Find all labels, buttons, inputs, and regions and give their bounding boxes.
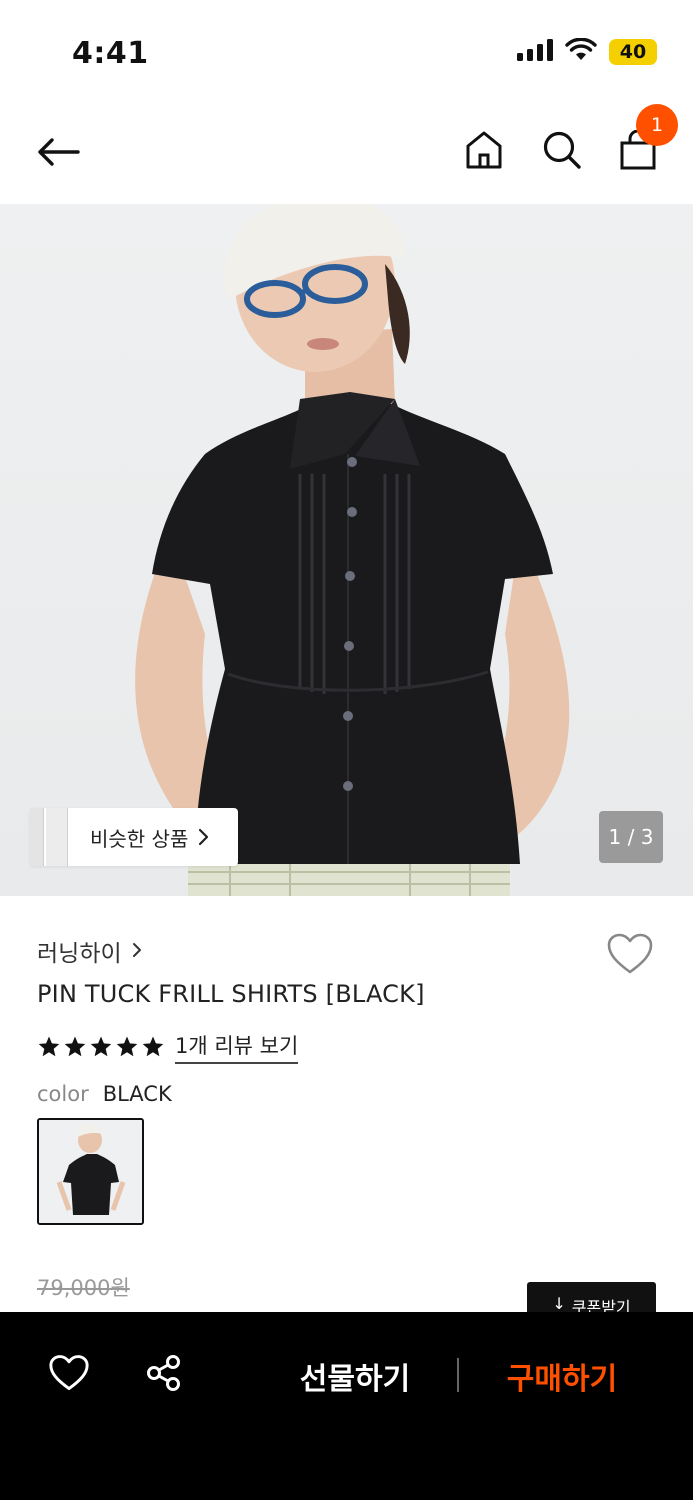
- brand-link[interactable]: 러닝하이: [37, 934, 142, 968]
- color-swatch-black[interactable]: [37, 1118, 144, 1225]
- product-photo: [135, 204, 570, 896]
- similar-thumb-1: [30, 808, 44, 866]
- similar-thumb-2: [46, 808, 68, 866]
- star-icon: [116, 1036, 138, 1057]
- color-row: color BLACK: [37, 1082, 172, 1106]
- back-button[interactable]: [30, 124, 86, 180]
- home-icon: [466, 131, 502, 169]
- search-button[interactable]: [536, 124, 588, 176]
- status-bar: 4:41 40: [0, 0, 693, 100]
- status-indicators: 40: [517, 37, 657, 66]
- star-icon: [38, 1036, 60, 1057]
- color-label: color: [37, 1082, 89, 1106]
- status-time: 4:41: [72, 36, 149, 71]
- similar-thumbnails: [30, 808, 68, 866]
- battery-level: 40: [619, 41, 647, 63]
- product-image-gallery[interactable]: 비슷한 상품 1 / 3: [0, 204, 693, 896]
- original-price: 79,000원: [37, 1276, 130, 1300]
- heart-icon: [49, 1355, 89, 1391]
- buy-button[interactable]: 구매하기: [494, 1352, 630, 1400]
- share-icon: [147, 1355, 180, 1391]
- swatch-thumbnail: [39, 1120, 142, 1223]
- home-button[interactable]: [458, 124, 510, 176]
- product-info: 러닝하이 PIN TUCK FRILL SHIRTS [BLACK] 1개 리뷰…: [0, 896, 693, 1322]
- rating-row: 1개 리뷰 보기: [37, 1030, 299, 1064]
- chevron-right-icon: [198, 828, 210, 846]
- star-icon: [64, 1036, 86, 1057]
- gift-button[interactable]: 선물하기: [290, 1352, 420, 1400]
- wifi-icon: [565, 37, 597, 66]
- bottom-action-bar: 선물하기 구매하기: [0, 1312, 693, 1500]
- arrow-left-icon: [38, 138, 80, 166]
- battery-indicator: 40: [609, 39, 657, 65]
- top-nav: 1: [0, 100, 693, 204]
- heart-icon: [607, 933, 653, 974]
- action-divider: [457, 1358, 459, 1392]
- cart-count-badge: 1: [636, 104, 678, 146]
- chevron-right-icon: [132, 938, 142, 964]
- review-link[interactable]: 1개 리뷰 보기: [175, 1030, 299, 1064]
- signal-icon: [517, 39, 553, 65]
- product-title: PIN TUCK FRILL SHIRTS [BLACK]: [37, 980, 425, 1008]
- wishlist-button[interactable]: [606, 932, 654, 976]
- similar-products-button[interactable]: 비슷한 상품: [30, 808, 238, 866]
- star-icon: [90, 1036, 112, 1057]
- color-value: BLACK: [102, 1082, 172, 1106]
- image-page-counter: 1 / 3: [599, 811, 663, 863]
- share-button[interactable]: [145, 1354, 185, 1394]
- download-arrow-icon: ↓: [552, 1294, 566, 1313]
- like-button[interactable]: [48, 1354, 94, 1396]
- brand-name: 러닝하이: [37, 941, 122, 967]
- search-icon: [543, 131, 581, 169]
- similar-products-label: 비슷한 상품: [90, 826, 189, 851]
- star-icon: [142, 1036, 164, 1057]
- rating-stars: [37, 1035, 165, 1059]
